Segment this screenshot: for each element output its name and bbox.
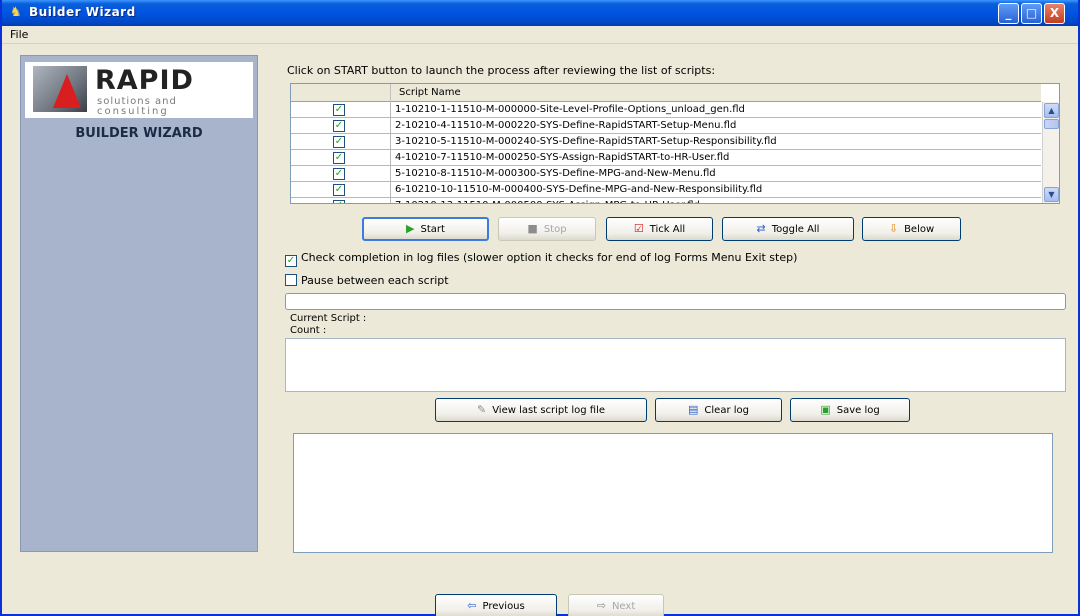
row-checkbox[interactable]: ✓ [333, 200, 345, 203]
stop-button[interactable]: ■ Stop [498, 217, 596, 241]
script-name-column-header[interactable]: Script Name [399, 87, 461, 98]
progress-bar [285, 293, 1066, 310]
tick-all-icon: ☑ [633, 222, 644, 235]
sidebar: RAPID solutions and consulting BUILDER W… [20, 55, 258, 552]
check-completion-checkbox[interactable]: ✓ [285, 255, 297, 267]
script-name-cell: 6-10210-10-11510-M-000400-SYS-Define-MPG… [395, 184, 763, 195]
script-name-cell: 3-10210-5-11510-M-000240-SYS-Define-Rapi… [395, 136, 777, 147]
toggle-icon: ⇄ [756, 222, 766, 235]
row-checkbox[interactable]: ✓ [333, 104, 345, 116]
arrow-left-icon: ⇦ [467, 599, 477, 612]
instruction-text: Click on START button to launch the proc… [287, 64, 716, 77]
clear-log-label: Clear log [704, 405, 749, 416]
maximize-button[interactable]: □ [1021, 3, 1042, 24]
row-checkbox[interactable]: ✓ [333, 120, 345, 132]
clear-log-button[interactable]: ▤ Clear log [655, 398, 782, 422]
script-name-cell: 4-10210-7-11510-M-000250-SYS-Assign-Rapi… [395, 152, 730, 163]
table-row[interactable]: ✓ 4-10210-7-11510-M-000250-SYS-Assign-Rap… [291, 150, 1041, 166]
next-button[interactable]: ⇨ Next [568, 594, 664, 616]
view-last-log-button[interactable]: ✎ View last script log file [435, 398, 647, 422]
table-vertical-scrollbar[interactable]: ▲ ▼ [1042, 102, 1059, 203]
play-icon: ▶ [406, 222, 415, 235]
pause-between-option[interactable]: Pause between each script [285, 274, 449, 287]
check-completion-label: Check completion in log files (slower op… [301, 251, 798, 264]
status-output-area[interactable] [285, 338, 1066, 392]
checkbox-column-header[interactable] [291, 84, 391, 102]
current-script-label: Current Script : [290, 313, 367, 324]
table-row[interactable]: ✓ 1-10210-1-11510-M-000000-Site-Level-Pro… [291, 102, 1041, 118]
log-output-area[interactable] [293, 433, 1053, 553]
save-icon: ▣ [820, 403, 831, 416]
row-checkbox[interactable]: ✓ [333, 152, 345, 164]
start-label: Start [420, 224, 445, 235]
menu-bar: File [2, 26, 1078, 44]
table-row[interactable]: ✓ 5-10210-8-11510-M-000300-SYS-Define-MPG… [291, 166, 1041, 182]
start-button[interactable]: ▶ Start [362, 217, 489, 241]
table-body: ✓ 1-10210-1-11510-M-000000-Site-Level-Pro… [291, 102, 1041, 203]
menu-file[interactable]: File [10, 28, 28, 41]
checkbox-cell: ✓ [291, 150, 391, 166]
arrow-right-icon: ⇨ [596, 599, 606, 612]
table-row[interactable]: ✓ 6-10210-10-11510-M-000400-SYS-Define-MP… [291, 182, 1041, 198]
pause-between-label: Pause between each script [301, 274, 449, 287]
below-button[interactable]: ⇩ Below [862, 217, 961, 241]
window-title: Builder Wizard [29, 5, 136, 19]
toggle-all-label: Toggle All [771, 224, 820, 235]
script-name-cell: 5-10210-8-11510-M-000300-SYS-Define-MPG-… [395, 168, 716, 179]
script-name-cell: 7-10210-13-11510-M-000500-SYS-Assign-MPG… [395, 200, 700, 203]
save-log-label: Save log [836, 405, 880, 416]
below-label: Below [904, 224, 935, 235]
toggle-all-button[interactable]: ⇄ Toggle All [722, 217, 854, 241]
previous-label: Previous [482, 601, 525, 612]
checkbox-cell: ✓ [291, 134, 391, 150]
table-header: Script Name [291, 84, 1041, 102]
checkbox-cell: ✓ [291, 198, 391, 203]
table-row[interactable]: ✓ 2-10210-4-11510-M-000220-SYS-Define-Rap… [291, 118, 1041, 134]
row-checkbox[interactable]: ✓ [333, 168, 345, 180]
scripts-table[interactable]: Script Name ✓ 1-10210-1-11510-M-000000-Si… [290, 83, 1060, 204]
script-name-cell: 1-10210-1-11510-M-000000-Site-Level-Prof… [395, 104, 745, 115]
table-row[interactable]: ✓ 3-10210-5-11510-M-000240-SYS-Define-Rap… [291, 134, 1041, 150]
tick-all-label: Tick All [649, 224, 686, 235]
previous-button[interactable]: ⇦ Previous [435, 594, 557, 616]
row-checkbox[interactable]: ✓ [333, 136, 345, 148]
view-log-icon: ✎ [476, 403, 487, 416]
title-bar[interactable]: ♞ Builder Wizard _ □ X [2, 0, 1078, 26]
checkbox-cell: ✓ [291, 182, 391, 198]
checkbox-cell: ✓ [291, 102, 391, 118]
save-log-button[interactable]: ▣ Save log [790, 398, 910, 422]
logo-text: RAPID [95, 65, 194, 96]
close-button[interactable]: X [1044, 3, 1065, 24]
logo-subtext-2: consulting [97, 106, 169, 117]
logo-mark-icon [33, 66, 87, 112]
checkbox-cell: ✓ [291, 118, 391, 134]
count-label: Count : [290, 325, 327, 336]
next-label: Next [611, 601, 636, 612]
minimize-button[interactable]: _ [998, 3, 1019, 24]
sidebar-title: BUILDER WIZARD [75, 126, 203, 141]
tick-all-button[interactable]: ☑ Tick All [606, 217, 713, 241]
stop-icon: ■ [527, 222, 538, 235]
script-name-cell: 2-10210-4-11510-M-000220-SYS-Define-Rapi… [395, 120, 737, 131]
stop-label: Stop [543, 224, 567, 235]
scroll-thumb[interactable] [1044, 119, 1059, 129]
company-logo: RAPID solutions and consulting [25, 62, 253, 118]
view-last-log-label: View last script log file [492, 405, 606, 416]
row-checkbox[interactable]: ✓ [333, 184, 345, 196]
clear-icon: ▤ [688, 403, 699, 416]
scroll-up-icon[interactable]: ▲ [1044, 103, 1059, 118]
arrow-down-icon: ⇩ [888, 222, 899, 235]
pause-between-checkbox[interactable] [285, 274, 297, 286]
builder-wizard-window: ♞ Builder Wizard _ □ X File RAPID soluti… [0, 0, 1080, 616]
table-row[interactable]: ✓ 7-10210-13-11510-M-000500-SYS-Assign-MP… [291, 198, 1041, 203]
app-icon: ♞ [10, 5, 22, 20]
scroll-down-icon[interactable]: ▼ [1044, 187, 1059, 202]
check-completion-option[interactable]: ✓ Check completion in log files (slower o… [285, 251, 797, 267]
checkbox-cell: ✓ [291, 166, 391, 182]
